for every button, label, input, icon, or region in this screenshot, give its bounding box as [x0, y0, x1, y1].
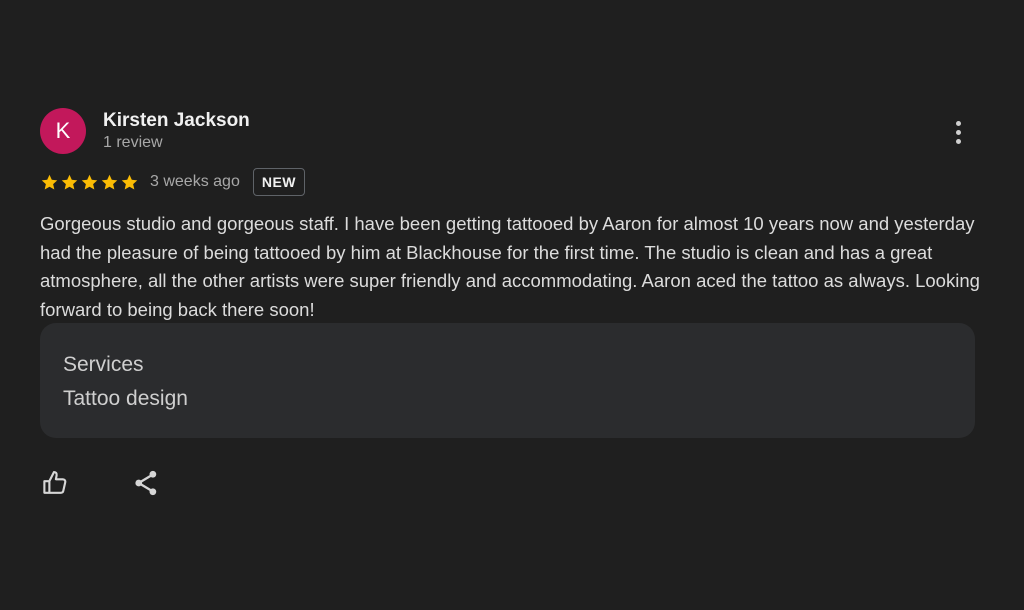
star-icon — [81, 174, 98, 190]
services-box: Services Tattoo design — [40, 323, 975, 438]
star-icon — [61, 174, 78, 190]
star-rating — [40, 173, 139, 192]
review-header: K Kirsten Jackson 1 review — [40, 108, 976, 156]
author-review-count: 1 review — [103, 134, 163, 151]
star-icon — [41, 174, 58, 190]
author-name[interactable]: Kirsten Jackson — [103, 110, 250, 132]
new-badge: NEW — [252, 168, 306, 196]
avatar[interactable]: K — [40, 108, 86, 154]
rating-row: 3 weeks ago NEW — [40, 166, 306, 198]
more-options-button[interactable] — [940, 116, 976, 148]
like-button[interactable] — [40, 468, 72, 500]
services-title: Services — [63, 353, 144, 376]
review-time: 3 weeks ago — [150, 173, 240, 190]
review-card: K Kirsten Jackson 1 review 3 weeks ago N… — [40, 108, 980, 496]
star-icon — [121, 174, 138, 190]
share-button[interactable] — [131, 468, 163, 500]
services-value: Tattoo design — [63, 387, 188, 410]
share-icon — [135, 470, 157, 496]
thumb-up-icon — [43, 470, 67, 494]
more-vert-icon — [955, 120, 961, 126]
review-text: Gorgeous studio and gorgeous staff. I ha… — [40, 213, 980, 320]
star-icon — [101, 174, 118, 190]
